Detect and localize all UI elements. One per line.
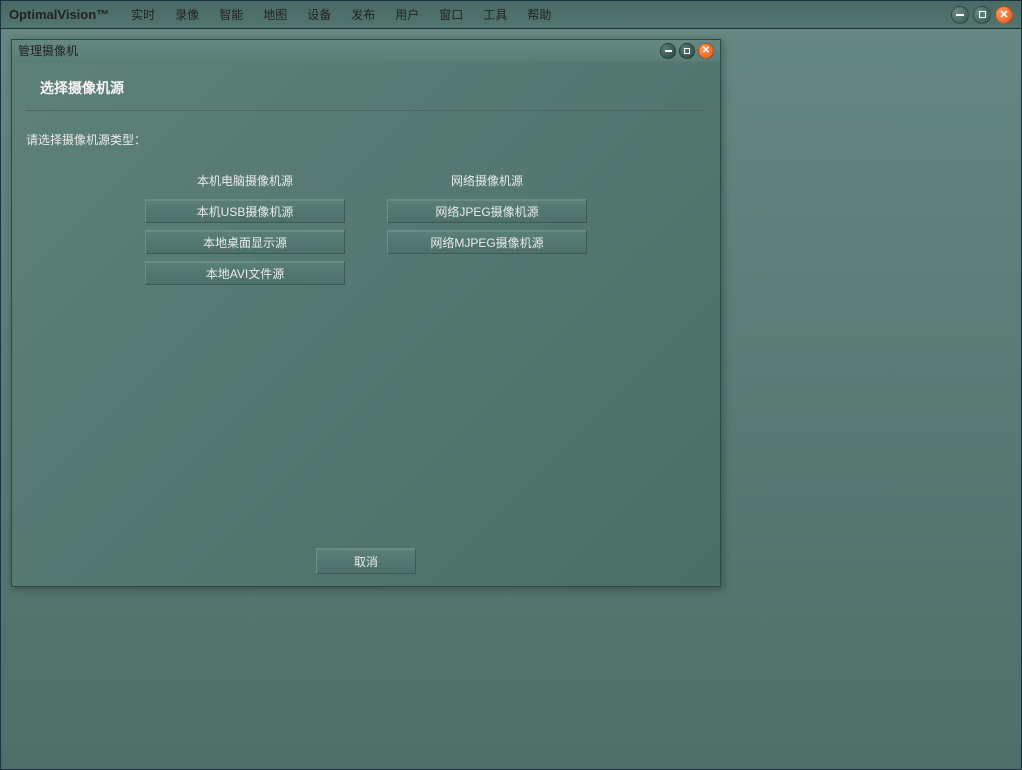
dialog-header-title: 选择摄像机源 [40, 78, 692, 98]
menu-publish[interactable]: 发布 [341, 6, 385, 23]
app-minimize-button[interactable] [951, 6, 969, 24]
window-controls: ✕ [951, 6, 1013, 24]
menu-help[interactable]: 帮助 [517, 6, 561, 23]
network-column: 网络摄像机源 网络JPEG摄像机源 网络MJPEG摄像机源 [386, 172, 588, 292]
dialog-minimize-button[interactable] [660, 43, 676, 59]
local-avi-file-button[interactable]: 本地AVI文件源 [145, 261, 345, 285]
title-bar: OptimalVision™ 实时 录像 智能 地图 设备 发布 用户 窗口 工… [1, 1, 1021, 29]
dialog-header: 选择摄像机源 [12, 62, 720, 110]
source-columns: 本机电脑摄像机源 本机USB摄像机源 本地桌面显示源 本地AVI文件源 网络摄像… [24, 172, 708, 292]
network-mjpeg-camera-button[interactable]: 网络MJPEG摄像机源 [387, 230, 587, 254]
menu-tools[interactable]: 工具 [473, 6, 517, 23]
cancel-button[interactable]: 取消 [316, 548, 416, 574]
close-icon: ✕ [999, 8, 1008, 21]
menu-record[interactable]: 录像 [165, 6, 209, 23]
minimize-icon [956, 14, 964, 16]
close-icon: ✕ [702, 45, 710, 56]
app-close-button[interactable]: ✕ [995, 6, 1013, 24]
local-usb-camera-button[interactable]: 本机USB摄像机源 [145, 199, 345, 223]
menu-realtime[interactable]: 实时 [121, 6, 165, 23]
app-window: OptimalVision™ 实时 录像 智能 地图 设备 发布 用户 窗口 工… [0, 0, 1022, 770]
local-desktop-display-button[interactable]: 本地桌面显示源 [145, 230, 345, 254]
network-column-header: 网络摄像机源 [451, 172, 523, 189]
app-body: 管理摄像机 ✕ 选择摄像机源 [1, 29, 1021, 769]
maximize-icon [979, 11, 986, 18]
menu-user[interactable]: 用户 [385, 6, 429, 23]
network-jpeg-camera-button[interactable]: 网络JPEG摄像机源 [387, 199, 587, 223]
maximize-icon [684, 48, 690, 54]
camera-manage-dialog: 管理摄像机 ✕ 选择摄像机源 [11, 39, 721, 587]
dialog-maximize-button[interactable] [679, 43, 695, 59]
dialog-title: 管理摄像机 [18, 42, 78, 59]
menu-device[interactable]: 设备 [297, 6, 341, 23]
dialog-close-button[interactable]: ✕ [698, 43, 714, 59]
local-column-header: 本机电脑摄像机源 [197, 172, 293, 189]
menu-intelligence[interactable]: 智能 [209, 6, 253, 23]
menu-window[interactable]: 窗口 [429, 6, 473, 23]
app-maximize-button[interactable] [973, 6, 991, 24]
local-column: 本机电脑摄像机源 本机USB摄像机源 本地桌面显示源 本地AVI文件源 [144, 172, 346, 292]
dialog-content: 请选择摄像机源类型： 本机电脑摄像机源 本机USB摄像机源 本地桌面显示源 本地… [12, 111, 720, 536]
minimize-icon [665, 50, 672, 52]
dialog-titlebar: 管理摄像机 ✕ [12, 40, 720, 62]
app-title: OptimalVision™ [9, 7, 109, 22]
dialog-window-controls: ✕ [660, 43, 714, 59]
menu-map[interactable]: 地图 [253, 6, 297, 23]
prompt-text: 请选择摄像机源类型： [26, 131, 708, 148]
dialog-footer: 取消 [12, 536, 720, 586]
